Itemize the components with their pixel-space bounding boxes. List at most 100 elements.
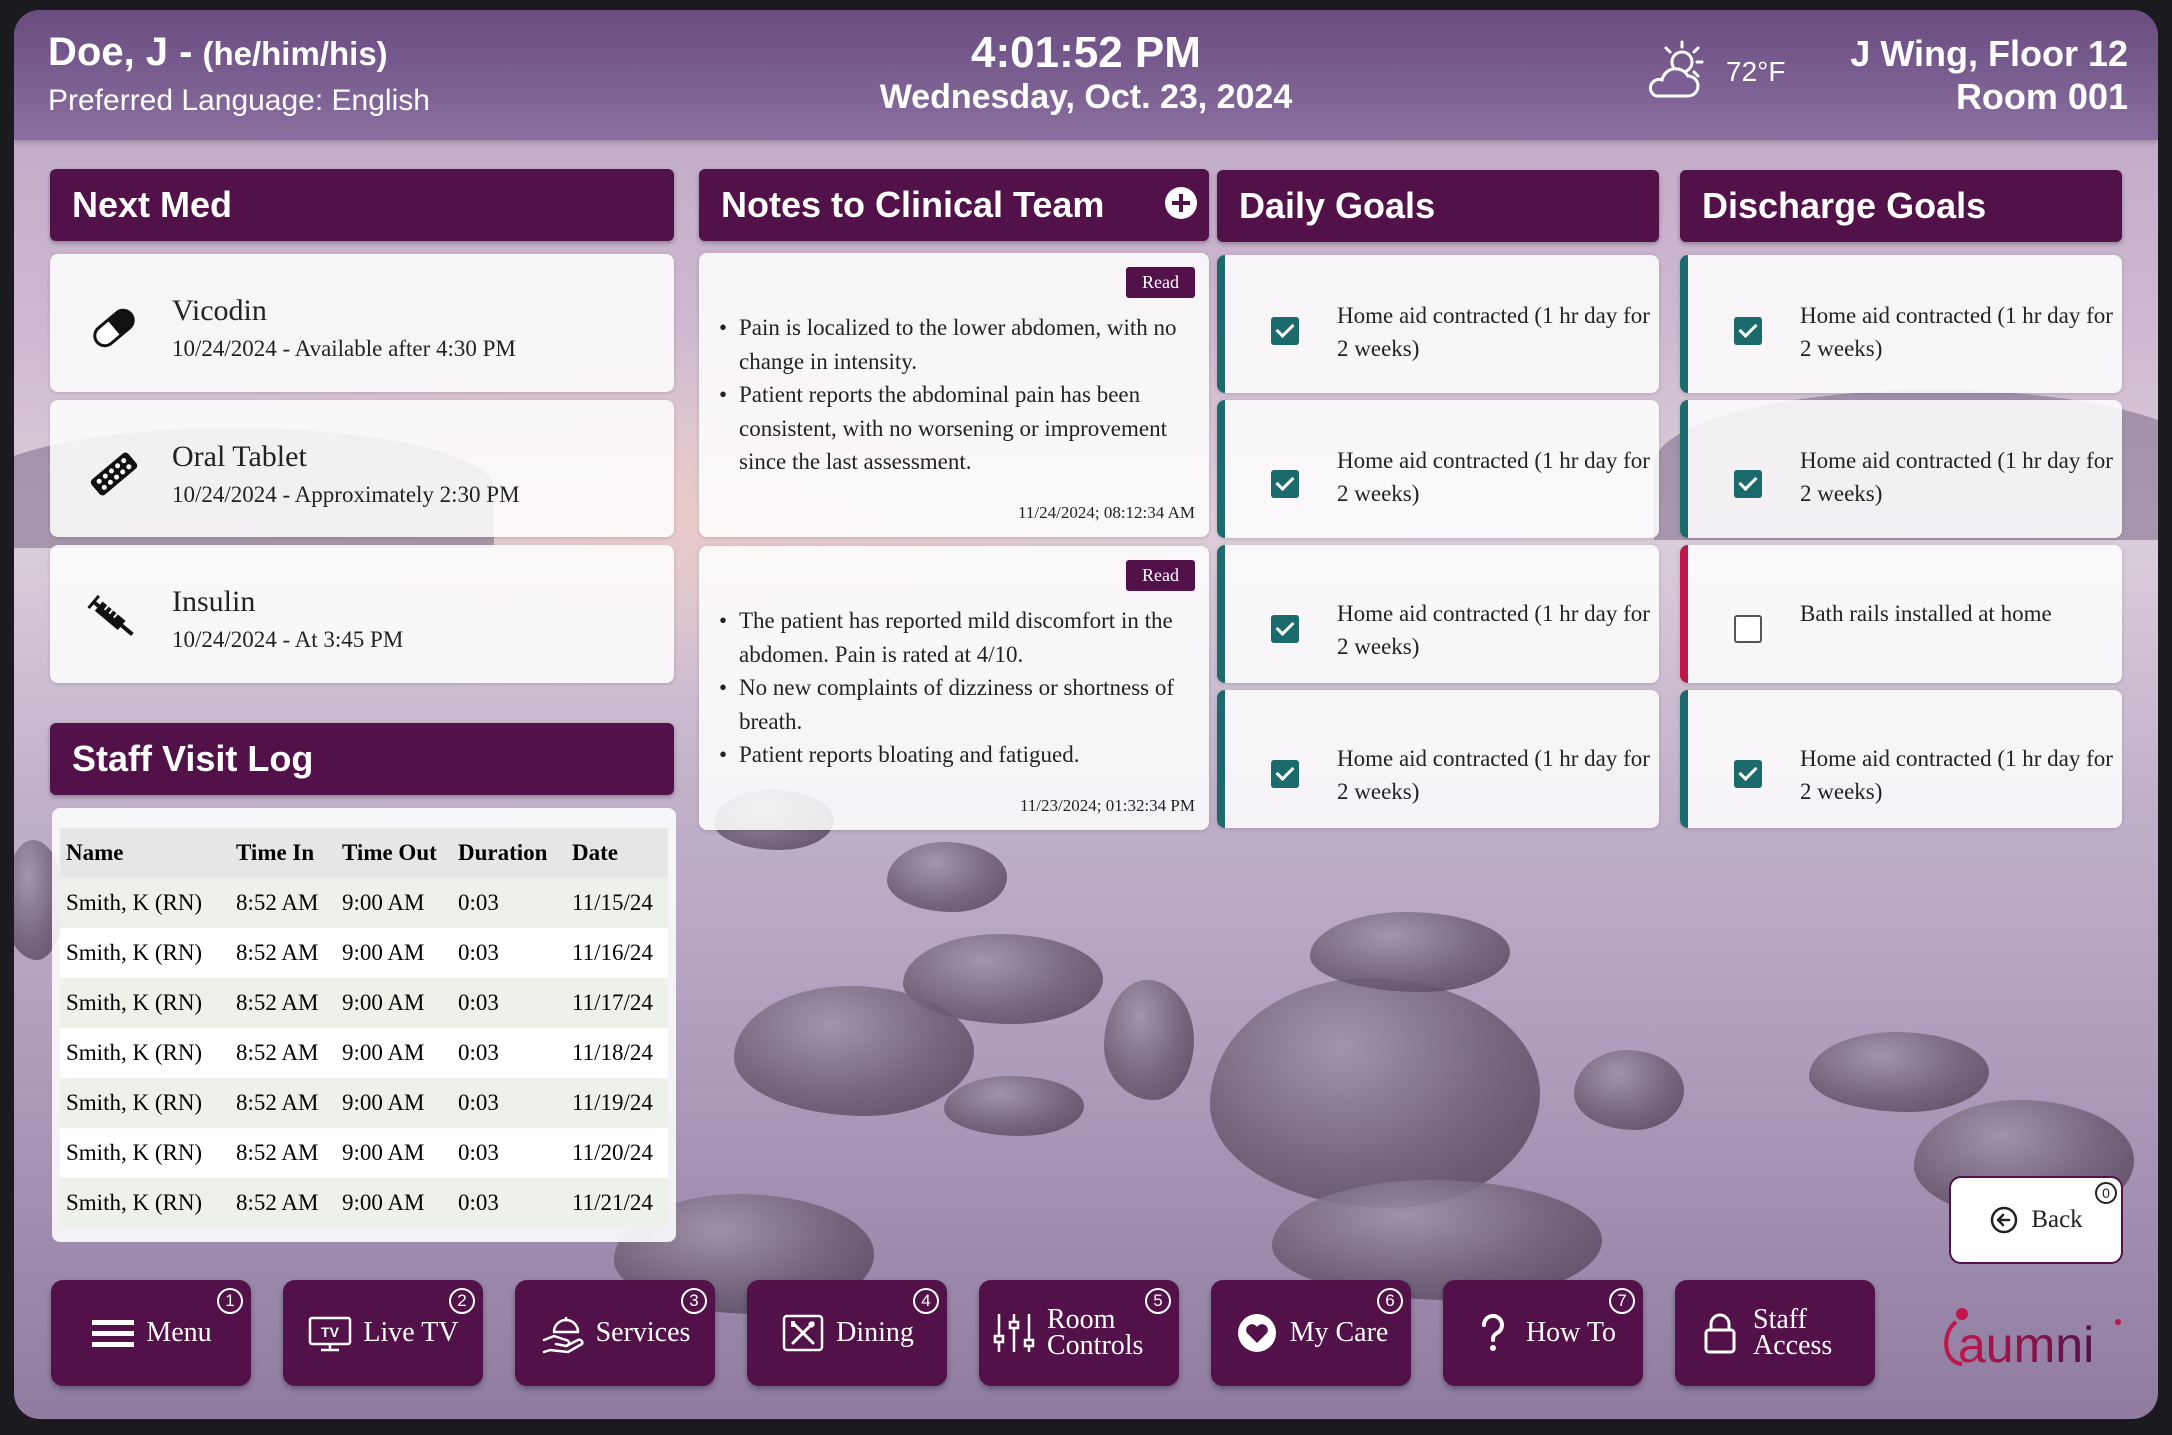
wing-floor: J Wing, Floor 12 xyxy=(1850,33,2128,74)
note-bullet: Patient reports bloating and fatigued. xyxy=(717,738,1187,772)
cell-name: Smith, K (RN) xyxy=(60,928,230,978)
next-med-title: Next Med xyxy=(72,184,233,225)
cell-name: Smith, K (RN) xyxy=(60,1128,230,1178)
goal-card[interactable]: Home aid contracted (1 hr day for 2 week… xyxy=(1680,400,2122,538)
cell-duration: 0:03 xyxy=(452,928,566,978)
daily-goals-title: Daily Goals xyxy=(1239,185,1436,226)
goal-text: Bath rails installed at home xyxy=(1800,601,2052,626)
nav-dining-button[interactable]: Dining 4 xyxy=(747,1280,947,1386)
nav-my-care-button[interactable]: My Care 6 xyxy=(1211,1280,1411,1386)
shortcut-badge: 6 xyxy=(1377,1288,1403,1314)
med-card[interactable]: Oral Tablet 10/24/2024 - Approximately 2… xyxy=(50,400,674,537)
note-bullets: The patient has reported mild discomfort… xyxy=(717,604,1187,772)
sliders-icon xyxy=(993,1314,1035,1352)
temperature: 72°F xyxy=(1726,56,1786,87)
cell-date: 11/19/24 xyxy=(566,1078,668,1128)
med-time: 10/24/2024 - At 3:45 PM xyxy=(172,627,404,652)
cell-time-in: 8:52 AM xyxy=(230,1078,336,1128)
top-bar: Doe, J - (he/him/his) Preferred Language:… xyxy=(14,10,2158,140)
checkbox-checked[interactable] xyxy=(1734,760,1762,788)
note-timestamp: 11/24/2024; 08:12:34 AM xyxy=(1018,503,1195,522)
cell-time-in: 8:52 AM xyxy=(230,878,336,928)
checkbox-checked[interactable] xyxy=(1734,317,1762,345)
background-rock xyxy=(1210,978,1540,1208)
cell-duration: 0:03 xyxy=(452,978,566,1028)
column-header: Name xyxy=(60,828,230,878)
syringe-icon xyxy=(87,594,134,636)
cell-time-out: 9:00 AM xyxy=(336,978,452,1028)
table-header-row: Name Time In Time Out Duration Date xyxy=(60,828,668,878)
read-status-badge: Read xyxy=(1126,267,1195,298)
background-rock xyxy=(1809,1032,1989,1112)
background-rock xyxy=(1574,1050,1684,1130)
service-hand-icon xyxy=(542,1316,584,1354)
cell-date: 11/17/24 xyxy=(566,978,668,1028)
goal-text: Home aid contracted (1 hr day for 2 week… xyxy=(1800,746,2113,804)
cell-time-in: 8:52 AM xyxy=(230,1028,336,1078)
goal-card[interactable]: Bath rails installed at home xyxy=(1680,545,2122,683)
cell-time-out: 9:00 AM xyxy=(336,1028,452,1078)
checkbox-checked[interactable] xyxy=(1271,317,1299,345)
note-bullet: No new complaints of dizziness or shortn… xyxy=(717,671,1187,738)
med-card[interactable]: Vicodin 10/24/2024 - Available after 4:3… xyxy=(50,254,674,392)
background-rock xyxy=(1310,912,1510,992)
column-header: Time In xyxy=(230,828,336,878)
table-row: Smith, K (RN) 8:52 AM 9:00 AM 0:03 11/16… xyxy=(60,928,668,978)
nav-live-tv-button[interactable]: TV Live TV 2 xyxy=(283,1280,483,1386)
goal-card[interactable]: Home aid contracted (1 hr day for 2 week… xyxy=(1217,255,1659,393)
goal-card[interactable]: Home aid contracted (1 hr day for 2 week… xyxy=(1217,545,1659,683)
heart-icon xyxy=(1237,1314,1276,1352)
goal-card[interactable]: Home aid contracted (1 hr day for 2 week… xyxy=(1217,690,1659,828)
add-circle-icon[interactable] xyxy=(1165,187,1197,219)
goal-text: Home aid contracted (1 hr day for 2 week… xyxy=(1337,746,1650,804)
staff-log-card: Name Time In Time Out Duration Date Smit… xyxy=(52,808,676,1242)
cell-duration: 0:03 xyxy=(452,878,566,928)
notes-title: Notes to Clinical Team xyxy=(721,184,1105,225)
fork-knife-icon xyxy=(782,1314,824,1352)
goal-text: Home aid contracted (1 hr day for 2 week… xyxy=(1800,448,2113,506)
cell-time-out: 9:00 AM xyxy=(336,878,452,928)
nav-services-button[interactable]: Services 3 xyxy=(515,1280,715,1386)
note-card[interactable]: Read The patient has reported mild disco… xyxy=(699,546,1209,830)
svg-text:TV: TV xyxy=(321,1324,340,1340)
shortcut-badge: 2 xyxy=(449,1288,475,1314)
nav-label: Menu xyxy=(146,1317,212,1348)
nav-menu-button[interactable]: Menu 1 xyxy=(51,1280,251,1386)
tablet-blister-icon xyxy=(90,452,138,496)
nav-label: How To xyxy=(1525,1317,1617,1348)
back-label: Back xyxy=(2031,1206,2083,1233)
nav-how-to-button[interactable]: How To 7 xyxy=(1443,1280,1643,1386)
nav-room-controls-button[interactable]: Room Controls 5 xyxy=(979,1280,1179,1386)
back-button[interactable]: Back 0 xyxy=(1949,1176,2123,1264)
checkbox-unchecked[interactable] xyxy=(1734,615,1762,643)
daily-goals-header: Daily Goals xyxy=(1217,170,1659,242)
table-row: Smith, K (RN) 8:52 AM 9:00 AM 0:03 11/17… xyxy=(60,978,668,1028)
checkbox-checked[interactable] xyxy=(1271,615,1299,643)
table-row: Smith, K (RN) 8:52 AM 9:00 AM 0:03 11/21… xyxy=(60,1178,668,1228)
note-timestamp: 11/23/2024; 01:32:34 PM xyxy=(1019,796,1195,815)
background-rock xyxy=(1104,980,1194,1100)
cell-date: 11/16/24 xyxy=(566,928,668,978)
goal-card[interactable]: Home aid contracted (1 hr day for 2 week… xyxy=(1680,690,2122,828)
discharge-goals-title: Discharge Goals xyxy=(1702,185,1987,226)
checkbox-checked[interactable] xyxy=(1271,470,1299,498)
goal-card[interactable]: Home aid contracted (1 hr day for 2 week… xyxy=(1217,400,1659,538)
note-card[interactable]: Read Pain is localized to the lower abdo… xyxy=(699,253,1209,537)
next-med-header: Next Med xyxy=(50,169,674,241)
goal-text: Home aid contracted (1 hr day for 2 week… xyxy=(1337,448,1650,506)
goal-card[interactable]: Home aid contracted (1 hr day for 2 week… xyxy=(1680,255,2122,393)
cell-date: 11/20/24 xyxy=(566,1128,668,1178)
med-time: 10/24/2024 - Available after 4:30 PM xyxy=(172,336,516,361)
checkbox-checked[interactable] xyxy=(1734,470,1762,498)
room-number: Room 001 xyxy=(1955,76,2128,117)
background-rock xyxy=(944,1076,1084,1136)
lock-icon xyxy=(1704,1313,1736,1354)
med-card[interactable]: Insulin 10/24/2024 - At 3:45 PM xyxy=(50,545,674,683)
cell-time-in: 8:52 AM xyxy=(230,1178,336,1228)
aumni-logo: aumni xyxy=(1944,1308,2121,1373)
shortcut-badge: 7 xyxy=(1609,1288,1635,1314)
checkbox-checked[interactable] xyxy=(1271,760,1299,788)
cell-duration: 0:03 xyxy=(452,1028,566,1078)
nav-staff-access-button[interactable]: Staff Access xyxy=(1675,1280,1875,1386)
shortcut-badge: 4 xyxy=(913,1288,939,1314)
